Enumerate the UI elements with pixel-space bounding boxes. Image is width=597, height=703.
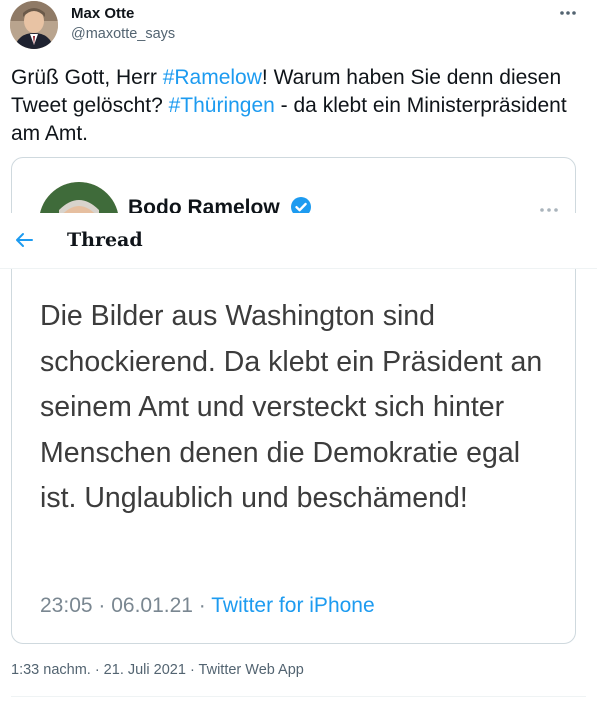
quoted-tweet-meta: 23:05 · 06.01.21 · Twitter for iPhone (40, 594, 375, 618)
author-handle[interactable]: @maxotte_says (71, 26, 175, 42)
thread-title: Thread (67, 229, 143, 251)
tweet-text: Grüß Gott, Herr #Ramelow! Warum haben Si… (11, 64, 581, 148)
tweet-client[interactable]: Twitter Web App (199, 662, 304, 678)
footer-divider (11, 696, 586, 697)
author-avatar[interactable] (10, 1, 58, 49)
back-button[interactable] (13, 229, 35, 251)
quoted-more-icon (537, 202, 561, 212)
hashtag-link-ramelow[interactable]: #Ramelow (163, 66, 262, 89)
more-options-button[interactable] (556, 3, 580, 23)
quoted-tweet-source: Twitter for iPhone (211, 594, 375, 617)
more-horizontal-icon (560, 11, 576, 15)
tweet-header: Max Otte @maxotte_says (10, 1, 590, 51)
tweet-timestamp[interactable]: 1:33 nachm. · 21. Juli 2021 (11, 662, 186, 678)
tweet-footer: 1:33 nachm. · 21. Juli 2021 · Twitter We… (11, 662, 304, 678)
tweet-page: Max Otte @maxotte_says Grüß Gott, Herr #… (0, 0, 597, 703)
quoted-tweet-datetime: 23:05 · 06.01.21 · (40, 594, 212, 617)
hashtag-link-thueringen[interactable]: #Thüringen (169, 94, 275, 117)
author-name[interactable]: Max Otte (71, 5, 134, 22)
quoted-tweet-text: Die Bilder aus Washington sind schockier… (40, 300, 543, 514)
arrow-left-icon (16, 233, 33, 247)
author-avatar-image (10, 1, 58, 49)
tweet-text-part: Grüß Gott, Herr (11, 66, 163, 89)
footer-separator: · (185, 662, 199, 678)
thread-header-bar: Thread (0, 213, 597, 268)
